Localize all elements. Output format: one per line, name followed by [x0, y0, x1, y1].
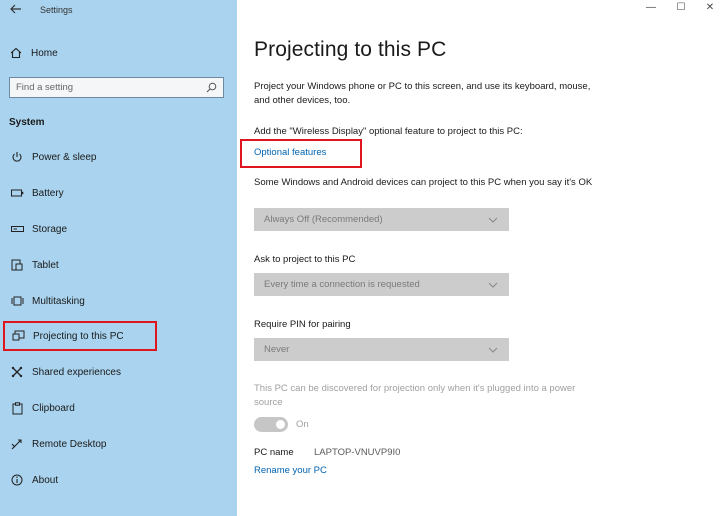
search-icon[interactable]	[205, 82, 217, 94]
home-label: Home	[31, 47, 58, 59]
page-title: Projecting to this PC	[254, 38, 447, 61]
toggle-knob	[276, 420, 285, 429]
dropdown-value: Never	[264, 344, 290, 355]
info-icon	[10, 473, 24, 487]
sidebar-item-label: Projecting to this PC	[33, 330, 124, 342]
sidebar-item-clipboard[interactable]: Clipboard	[4, 394, 230, 422]
sidebar-item-label: Power & sleep	[32, 151, 97, 163]
sidebar: Settings Home Find a setting System Powe…	[0, 0, 237, 516]
sidebar-item-label: Clipboard	[32, 402, 75, 414]
search-input[interactable]: Find a setting	[9, 77, 224, 98]
close-button[interactable]: ✕	[700, 2, 720, 13]
sidebar-item-shared-experiences[interactable]: Shared experiences	[4, 358, 230, 386]
tablet-icon	[10, 258, 24, 272]
home-icon	[9, 47, 23, 59]
page-description: Project your Windows phone or PC to this…	[254, 81, 591, 106]
sidebar-item-label: Storage	[32, 223, 68, 235]
pc-name-value: LAPTOP-VNUVP9I0	[314, 447, 401, 458]
sidebar-item-label: Tablet	[32, 259, 59, 271]
app-title: Settings	[40, 5, 73, 15]
home-link[interactable]: Home	[9, 44, 58, 62]
pin-label: Require PIN for pairing	[254, 319, 351, 330]
shared-experiences-icon	[10, 365, 24, 379]
sidebar-item-label: About	[32, 474, 59, 486]
remote-desktop-icon	[10, 437, 24, 451]
search-placeholder: Find a setting	[16, 82, 74, 93]
sidebar-item-label: Shared experiences	[32, 366, 121, 378]
availability-label: Some Windows and Android devices can pro…	[254, 177, 593, 188]
ask-dropdown[interactable]: Every time a connection is requested	[254, 273, 509, 296]
dropdown-value: Every time a connection is requested	[264, 279, 420, 290]
pc-name-label: PC name	[254, 447, 294, 458]
sidebar-item-remote-desktop[interactable]: Remote Desktop	[4, 430, 230, 458]
sidebar-item-power-sleep[interactable]: Power & sleep	[4, 143, 230, 171]
storage-icon	[10, 222, 24, 236]
chevron-down-icon	[487, 344, 499, 356]
toggle-state-label: On	[296, 419, 309, 430]
dropdown-value: Always Off (Recommended)	[264, 214, 383, 225]
battery-icon	[10, 186, 24, 200]
sidebar-item-label: Multitasking	[32, 295, 85, 307]
projecting-icon	[11, 329, 25, 343]
sidebar-item-storage[interactable]: Storage	[4, 215, 230, 243]
multitasking-icon	[10, 294, 24, 308]
ask-label: Ask to project to this PC	[254, 254, 356, 265]
availability-dropdown[interactable]: Always Off (Recommended)	[254, 208, 509, 231]
optional-features-link[interactable]: Optional features	[254, 147, 326, 158]
back-arrow-icon[interactable]	[8, 3, 24, 17]
sidebar-item-battery[interactable]: Battery	[4, 179, 230, 207]
plugged-in-toggle[interactable]	[254, 417, 288, 432]
power-icon	[10, 150, 24, 164]
add-feature-text: Add the "Wireless Display" optional feat…	[254, 126, 523, 137]
chevron-down-icon	[487, 214, 499, 226]
clipboard-icon	[10, 401, 24, 415]
minimize-button[interactable]: —	[641, 2, 661, 13]
sidebar-item-tablet[interactable]: Tablet	[4, 251, 230, 279]
sidebar-item-label: Battery	[32, 187, 64, 199]
maximize-button[interactable]: ☐	[671, 2, 691, 13]
section-label-system: System	[9, 117, 45, 128]
sidebar-item-projecting[interactable]: Projecting to this PC	[3, 321, 157, 351]
rename-pc-link[interactable]: Rename your PC	[254, 465, 327, 476]
sidebar-item-label: Remote Desktop	[32, 438, 107, 450]
pin-dropdown[interactable]: Never	[254, 338, 509, 361]
chevron-down-icon	[487, 279, 499, 291]
sidebar-item-about[interactable]: About	[4, 466, 230, 494]
sidebar-item-multitasking[interactable]: Multitasking	[4, 287, 230, 315]
plugged-in-note: This PC can be discovered for projection…	[254, 383, 576, 408]
